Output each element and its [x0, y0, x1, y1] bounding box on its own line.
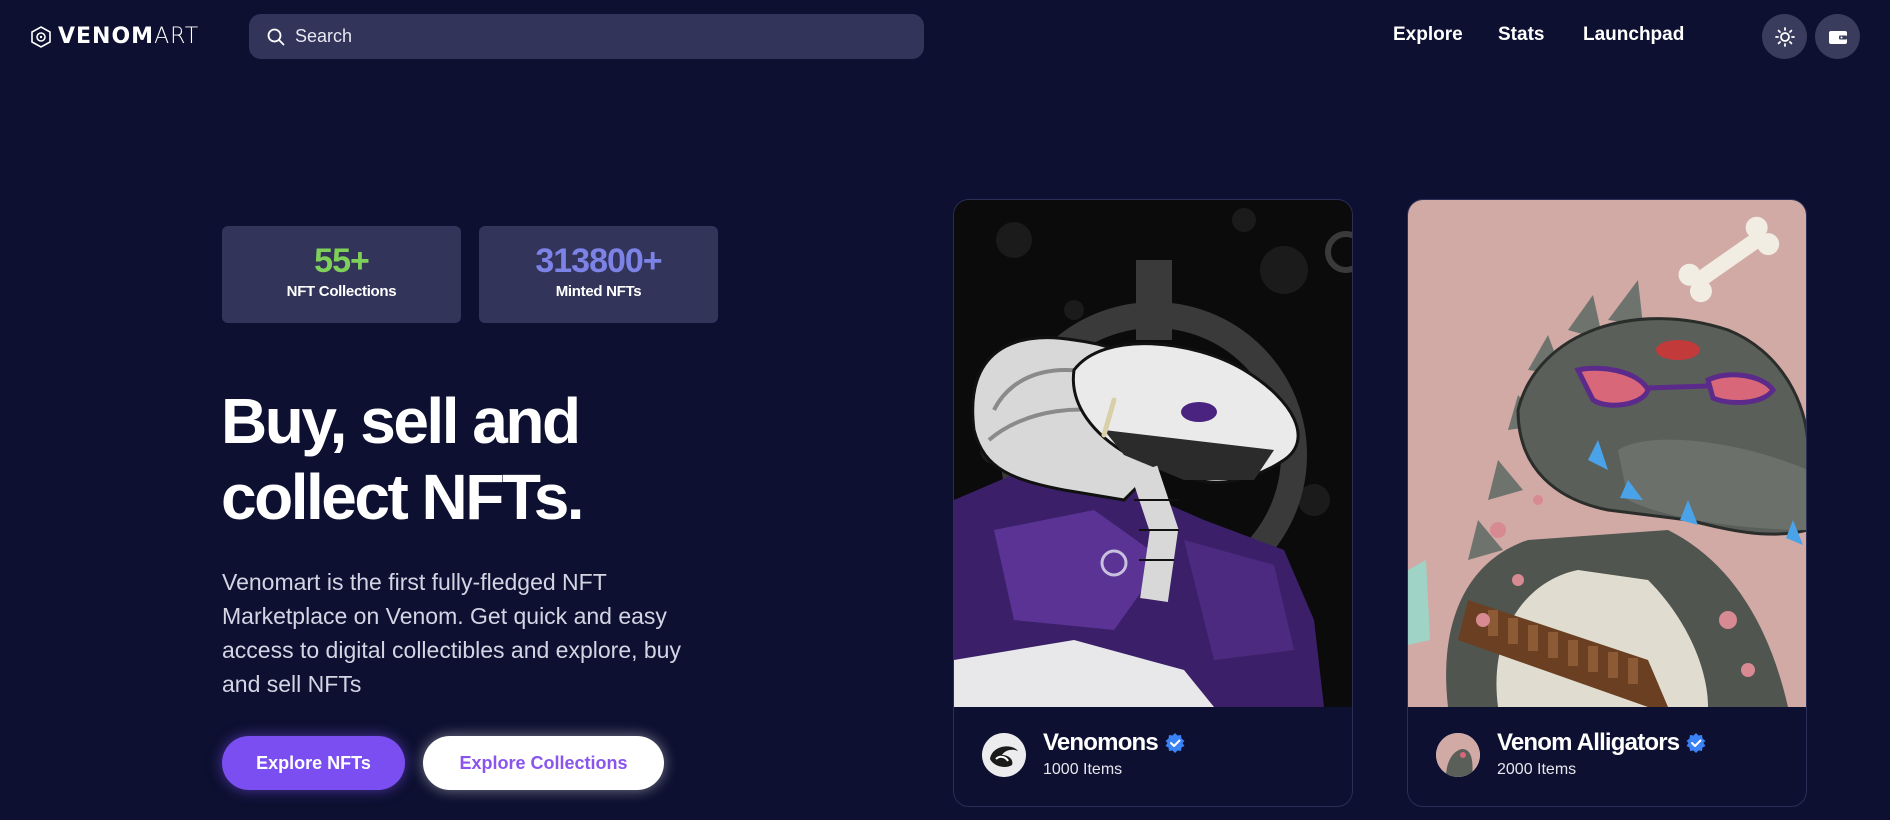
collection-item-count: 1000 Items [1043, 761, 1123, 778]
nav-launchpad[interactable]: Launchpad [1583, 24, 1684, 46]
venom-logo-icon [31, 25, 51, 48]
search-input[interactable] [295, 26, 895, 47]
collection-name: Venomons [1043, 729, 1186, 757]
collection-card-venom-alligators[interactable]: Venom Alligators 2000 Items [1407, 199, 1807, 807]
wallet-button[interactable] [1815, 14, 1860, 59]
sun-icon [1774, 26, 1795, 47]
stat-label: NFT Collections [286, 283, 397, 300]
wallet-icon [1828, 30, 1847, 44]
hero-description: Venomart is the first fully-fledged NFT … [222, 569, 681, 697]
explore-nfts-button[interactable]: Explore NFTs [222, 736, 405, 790]
venomons-artwork [954, 200, 1352, 707]
hero-title-line: Buy, sell and [221, 385, 581, 457]
venomart-logo[interactable]: VENOMART [30, 24, 199, 49]
stat-label: Minted NFTs [555, 283, 642, 300]
collection-name-text: Venomons [1043, 729, 1159, 756]
stat-value: 313800+ [535, 242, 662, 280]
hero-title: Buy, sell and collect NFTs. [221, 383, 721, 535]
search-icon [267, 28, 285, 45]
card-footer: Venom Alligators 2000 Items [1408, 707, 1806, 806]
card-footer: Venomons 1000 Items [954, 707, 1352, 806]
stat-value: 55+ [314, 242, 370, 280]
collection-name-text: Venom Alligators [1497, 729, 1680, 756]
search-bar[interactable] [249, 14, 924, 59]
hero-title-line: collect NFTs. [221, 461, 585, 533]
collection-avatar [1436, 733, 1480, 777]
collection-item-count: 2000 Items [1497, 761, 1577, 778]
collection-avatar [982, 733, 1026, 777]
verified-badge-icon [1165, 733, 1185, 753]
verified-badge-icon [1686, 733, 1706, 753]
stat-card-collections: 55+ NFT Collections [222, 226, 461, 323]
stat-card-minted: 313800+ Minted NFTs [479, 226, 718, 323]
explore-collections-button[interactable]: Explore Collections [423, 736, 664, 790]
nav-stats[interactable]: Stats [1498, 24, 1544, 46]
collection-card-venomons[interactable]: Venomons 1000 Items [953, 199, 1353, 807]
nav-explore[interactable]: Explore [1393, 24, 1463, 46]
venomons-avatar-icon [982, 733, 1026, 777]
top-navbar: VENOMART Explore Stats Launchpad [0, 0, 1890, 74]
collection-name: Venom Alligators [1497, 729, 1707, 757]
theme-toggle-button[interactable] [1762, 14, 1807, 59]
venom-alligators-artwork [1408, 200, 1806, 707]
logo-text: VENOMART [58, 24, 200, 49]
venom-alligators-avatar-icon [1436, 733, 1480, 777]
